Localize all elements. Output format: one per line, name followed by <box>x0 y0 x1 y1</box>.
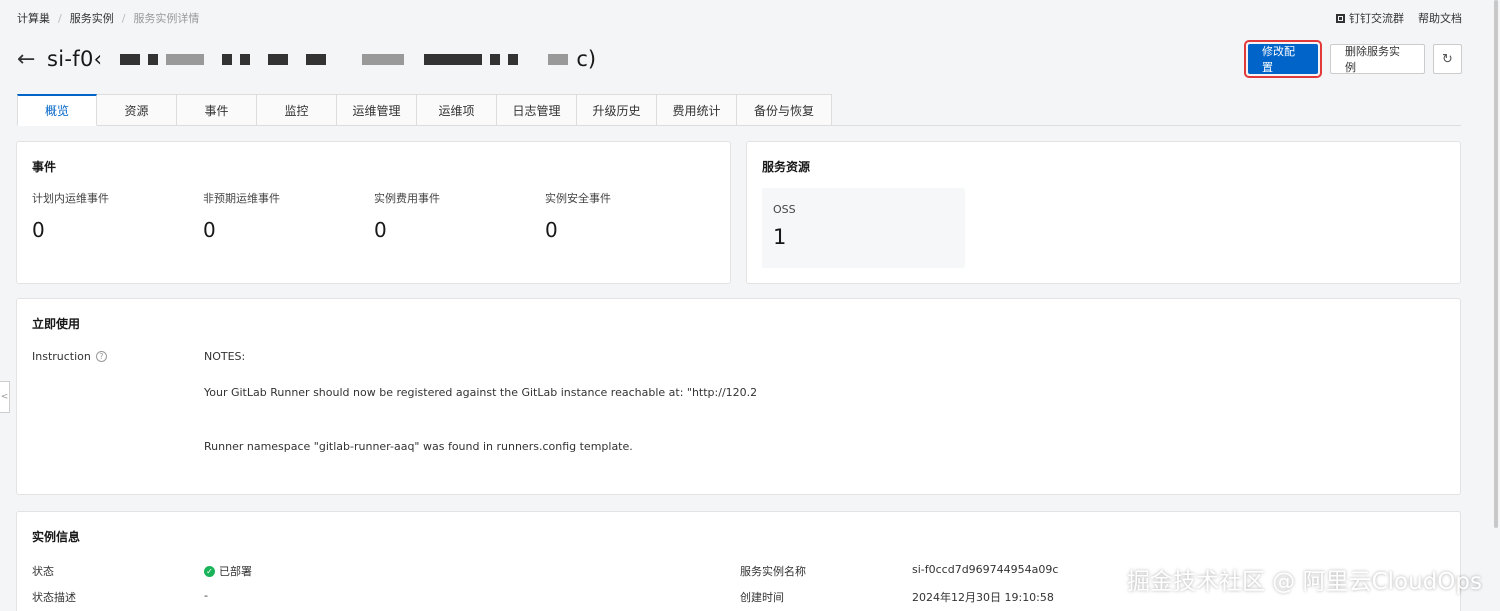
instance-info-card: 实例信息 状态 ✓ 已部署 状态描述 - 服务实例名称 si-f0ccd7d96… <box>16 511 1461 611</box>
breadcrumb-separator: / <box>121 11 126 25</box>
top-links: 钉钉交流群 帮助文档 <box>1336 10 1462 26</box>
scrollbar[interactable] <box>1494 0 1498 528</box>
check-circle-icon: ✓ <box>204 565 215 577</box>
resources-title: 服务资源 <box>762 160 811 174</box>
breadcrumb: 计算巢 / 服务实例 / 服务实例详情 <box>17 10 199 26</box>
instruction-key: Instruction ? <box>32 350 107 363</box>
status-label: 状态 <box>32 565 54 578</box>
event-value[interactable]: 0 <box>374 218 534 242</box>
back-arrow-icon[interactable]: ← <box>17 47 47 72</box>
instance-info-title: 实例信息 <box>32 530 81 544</box>
tab-1[interactable]: 资源 <box>97 94 177 126</box>
event-label: 非预期运维事件 <box>203 192 280 205</box>
event-label: 计划内运维事件 <box>32 192 109 205</box>
page-title: si-f0‹ <box>47 47 103 71</box>
events-title: 事件 <box>32 160 57 174</box>
page-header: ← si-f0‹ c) 修改配置 删除服务实例 ↻ <box>0 36 1500 82</box>
event-unexpected: 非预期运维事件 0 <box>203 190 363 242</box>
oss-count: 1 <box>773 225 787 249</box>
modify-config-button[interactable]: 修改配置 <box>1248 44 1318 74</box>
instruction-label: Instruction <box>32 350 91 363</box>
instance-name-label: 服务实例名称 <box>740 565 806 578</box>
watermark: 掘金技术社区 @ 阿里云CloudOps <box>1126 569 1482 595</box>
event-security: 实例安全事件 0 <box>545 190 705 242</box>
instruction-line: Your GitLab Runner should now be registe… <box>204 386 758 399</box>
event-value[interactable]: 0 <box>203 218 363 242</box>
breadcrumb-item-compute-nest[interactable]: 计算巢 <box>17 10 50 26</box>
status-desc-label: 状态描述 <box>32 591 76 604</box>
tab-bar: 概览 资源 事件 监控 运维管理 运维项 日志管理 升级历史 费用统计 备份与恢复 <box>17 94 1461 126</box>
tab-6[interactable]: 日志管理 <box>497 94 577 126</box>
header-actions: 修改配置 删除服务实例 ↻ <box>1244 40 1462 78</box>
breadcrumb-item-service-instances[interactable]: 服务实例 <box>70 10 114 26</box>
tab-8[interactable]: 费用统计 <box>657 94 737 126</box>
tab-4[interactable]: 运维管理 <box>337 94 417 126</box>
quick-start-card: 立即使用 Instruction ? NOTES: Your GitLab Ru… <box>16 298 1461 495</box>
oss-label: OSS <box>773 203 796 216</box>
delete-instance-button[interactable]: 删除服务实例 <box>1330 44 1425 74</box>
qrcode-icon <box>1336 13 1345 23</box>
status-value: 已部署 <box>219 565 252 578</box>
event-value[interactable]: 0 <box>32 218 192 242</box>
created-time-label: 创建时间 <box>740 591 784 604</box>
refresh-icon[interactable]: ↻ <box>1433 44 1462 74</box>
event-label: 实例费用事件 <box>374 192 440 205</box>
status-desc-value: - <box>204 589 208 602</box>
tab-3[interactable]: 监控 <box>257 94 337 126</box>
status-badge: ✓ 已部署 <box>204 563 252 579</box>
created-time-value: 2024年12月30日 19:10:58 <box>912 591 1054 604</box>
collapse-handle[interactable]: < <box>0 381 10 413</box>
event-planned: 计划内运维事件 0 <box>32 190 192 242</box>
event-label: 实例安全事件 <box>545 192 611 205</box>
tab-2[interactable]: 事件 <box>177 94 257 126</box>
help-docs-link[interactable]: 帮助文档 <box>1418 10 1462 26</box>
highlight-frame: 修改配置 <box>1244 40 1322 78</box>
usage-title: 立即使用 <box>32 317 81 331</box>
tab-5[interactable]: 运维项 <box>417 94 497 126</box>
top-bar: 计算巢 / 服务实例 / 服务实例详情 钉钉交流群 帮助文档 <box>0 0 1500 36</box>
redacted-title-segment <box>120 53 569 65</box>
tab-0[interactable]: 概览 <box>17 94 97 126</box>
help-circle-icon[interactable]: ? <box>95 351 107 362</box>
instruction-line: NOTES: <box>204 350 246 363</box>
event-value[interactable]: 0 <box>545 218 705 242</box>
oss-resource-tile[interactable]: OSS 1 <box>762 188 965 268</box>
breadcrumb-separator: / <box>58 11 62 25</box>
breadcrumb-current: 服务实例详情 <box>133 12 200 25</box>
instance-name-value: si-f0ccd7d969744954a09c <box>912 563 1059 576</box>
dingtalk-group-link[interactable]: 钉钉交流群 <box>1336 10 1404 26</box>
events-card: 事件 计划内运维事件 0 非预期运维事件 0 实例费用事件 0 实例安全事件 0 <box>16 141 731 284</box>
tab-9[interactable]: 备份与恢复 <box>737 94 832 126</box>
tab-7[interactable]: 升级历史 <box>577 94 657 126</box>
service-resources-card: 服务资源 OSS 1 <box>746 141 1461 284</box>
page-title-tail: c) <box>576 47 597 71</box>
event-cost: 实例费用事件 0 <box>374 190 534 242</box>
instruction-line: Runner namespace "gitlab-runner-aaq" was… <box>204 440 633 453</box>
dingtalk-group-label: 钉钉交流群 <box>1349 12 1404 25</box>
